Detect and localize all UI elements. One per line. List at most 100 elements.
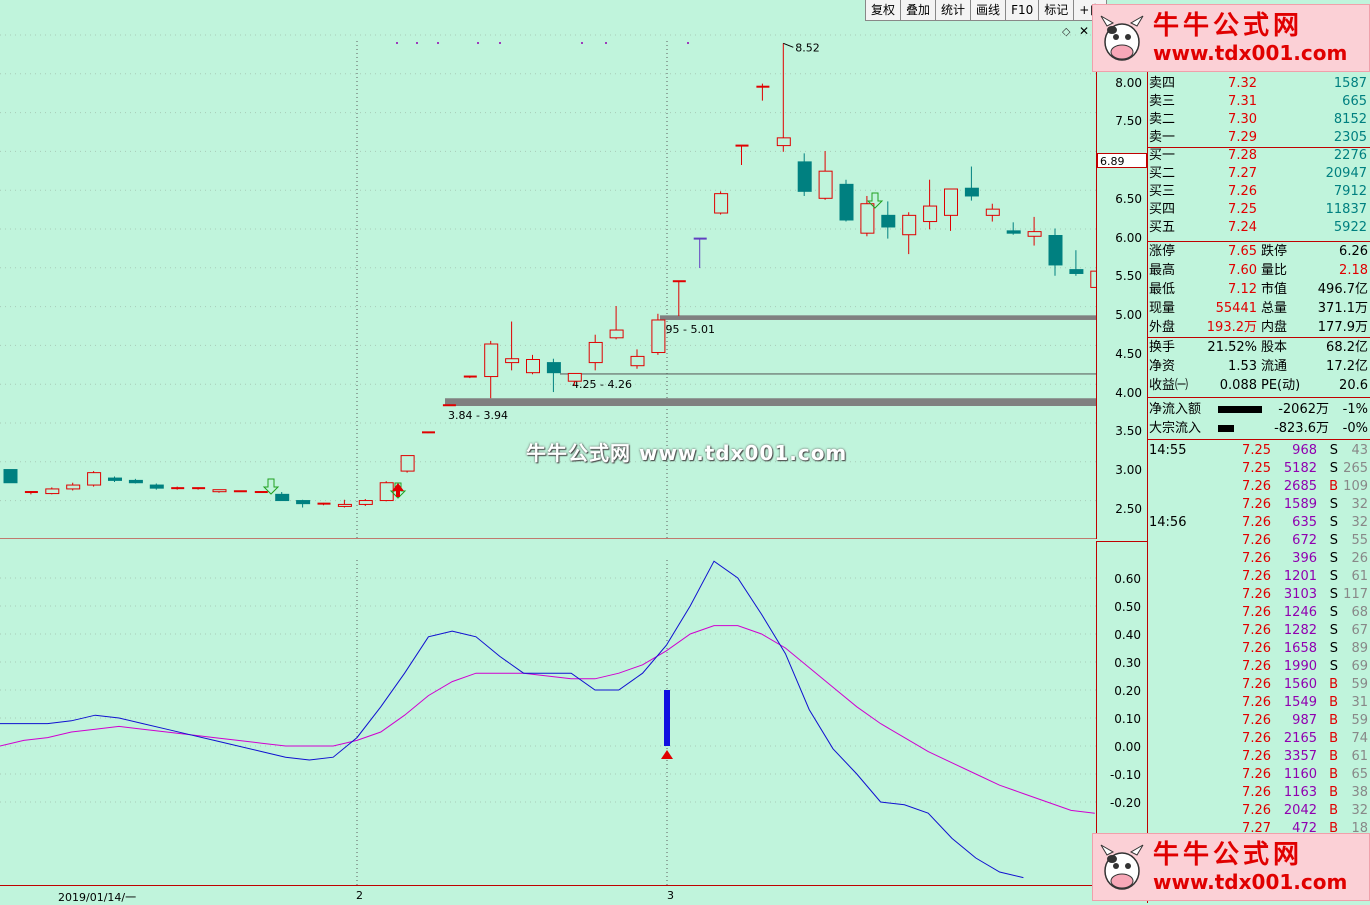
toolbar-button[interactable]: 叠加 xyxy=(900,0,937,21)
price-tick-label: 3.00 xyxy=(1115,463,1142,478)
logo-url: www.tdx001.com xyxy=(1153,41,1348,65)
tick-count: 69 xyxy=(1351,659,1368,674)
tick-count: 109 xyxy=(1343,479,1368,494)
order-book-price: 7.27 xyxy=(1228,166,1257,181)
tick-count: 59 xyxy=(1351,713,1368,728)
stat-value: 0.088 xyxy=(1219,378,1257,393)
price-axis: 8.007.507.006.506.005.505.004.504.003.50… xyxy=(1096,21,1148,539)
toolbar-button[interactable]: F10 xyxy=(1005,0,1040,21)
logo-watermark-top: 牛牛公式网 www.tdx001.com xyxy=(1092,4,1370,72)
stat-label: 总量 xyxy=(1261,301,1288,316)
toolbar-button[interactable]: 画线 xyxy=(970,0,1007,21)
tick-price: 7.26 xyxy=(1242,623,1271,638)
price-tick-label: 5.50 xyxy=(1115,269,1142,284)
tick-volume: 2165 xyxy=(1283,731,1317,746)
date-label: 2 xyxy=(356,889,363,902)
tick-row: 7.26 1658 S 89 xyxy=(1148,640,1370,658)
toolbar-button[interactable]: 统计 xyxy=(935,0,972,21)
gap-label: 3.84 - 3.94 xyxy=(448,409,508,422)
tick-volume: 1163 xyxy=(1283,785,1317,800)
indicator-tick-label: 0.60 xyxy=(1114,572,1141,586)
price-tick-label: 4.00 xyxy=(1115,385,1142,400)
candle-body xyxy=(87,472,102,486)
candle-body xyxy=(3,469,18,484)
divider xyxy=(1148,439,1370,440)
tick-row: 7.26 1201 S 61 xyxy=(1148,568,1370,586)
tick-side: S xyxy=(1329,623,1338,638)
tick-count: 265 xyxy=(1343,461,1368,476)
order-book-price: 7.31 xyxy=(1228,94,1257,109)
logo-title: 牛牛公式网 xyxy=(1153,840,1304,870)
up-arrow-icon xyxy=(392,483,404,497)
stat-value: 2.18 xyxy=(1339,263,1368,278)
tick-side: S xyxy=(1329,587,1338,602)
order-book-label: 买五 xyxy=(1149,220,1176,235)
tick-volume: 968 xyxy=(1292,443,1317,458)
order-book-label: 买二 xyxy=(1149,166,1176,181)
center-watermark: 牛牛公式网 www.tdx001.com xyxy=(526,441,848,465)
order-book-volume: 2305 xyxy=(1333,130,1367,145)
stat-value: 7.12 xyxy=(1228,282,1257,297)
candle-body xyxy=(505,358,520,364)
indicator-tick-label: 0.10 xyxy=(1114,712,1141,726)
stat-label: 换手 xyxy=(1149,340,1176,355)
tick-time: 14:55 xyxy=(1149,443,1187,458)
stat-value: 7.65 xyxy=(1228,244,1257,259)
candle-body xyxy=(66,484,81,490)
order-book-row: 卖二 7.30 8152 xyxy=(1148,111,1370,129)
stat-row: 外盘 193.2万 内盘 177.9万 xyxy=(1148,318,1370,337)
stat-label: PE(动) xyxy=(1261,378,1301,393)
order-book-price: 7.26 xyxy=(1228,184,1257,199)
tick-row: 14:56 7.26 635 S 32 xyxy=(1148,514,1370,532)
tick-volume: 1589 xyxy=(1283,497,1317,512)
order-book-price: 7.29 xyxy=(1228,130,1257,145)
order-book-row: 卖一 7.29 2305 xyxy=(1148,129,1370,147)
divider xyxy=(1148,397,1370,398)
dif-line xyxy=(0,560,1024,879)
order-book-volume: 2276 xyxy=(1333,148,1367,163)
candle-body xyxy=(609,329,624,339)
tick-row: 7.26 672 S 55 xyxy=(1148,532,1370,550)
candle-body xyxy=(400,455,415,472)
candle-body xyxy=(212,489,227,493)
order-book-label: 买三 xyxy=(1149,184,1176,199)
flow-pct: -1% xyxy=(1342,402,1368,417)
toolbar-button[interactable]: 复权 xyxy=(865,0,902,21)
order-book-label: 卖二 xyxy=(1149,112,1176,127)
flow-row: 净流入额 -2062万 -1% xyxy=(1148,400,1370,419)
tick-volume: 2042 xyxy=(1283,803,1317,818)
indicator-chart[interactable] xyxy=(0,540,1096,885)
candle-body xyxy=(108,477,122,481)
order-book-label: 卖四 xyxy=(1149,76,1176,91)
tick-volume: 1658 xyxy=(1283,641,1317,656)
candle-body xyxy=(337,503,352,507)
order-book-row: 买三 7.26 7912 xyxy=(1148,183,1370,201)
tick-count: 38 xyxy=(1351,785,1368,800)
order-book-volume: 8152 xyxy=(1333,112,1367,127)
candle-body xyxy=(964,187,979,197)
stat-value: 496.7亿 xyxy=(1317,282,1368,297)
order-book-price: 7.25 xyxy=(1228,202,1257,217)
order-book-label: 买一 xyxy=(1149,148,1176,163)
tick-count: 74 xyxy=(1351,731,1368,746)
candle-body xyxy=(860,203,875,234)
price-tick-label: 6.50 xyxy=(1115,191,1142,206)
quote-panel: 卖四 7.32 1587 卖三 7.31 665 卖二 7.30 8152 卖一 7.29 2305 买… xyxy=(1147,21,1370,903)
tick-price: 7.26 xyxy=(1242,497,1271,512)
tick-price: 7.26 xyxy=(1242,605,1271,620)
tick-row: 7.26 2165 B 74 xyxy=(1148,730,1370,748)
candle-body xyxy=(128,479,143,484)
tick-count: 68 xyxy=(1351,605,1368,620)
tick-volume: 3357 xyxy=(1283,749,1317,764)
marker-dot xyxy=(396,42,398,44)
tick-row: 7.26 1990 S 69 xyxy=(1148,658,1370,676)
toolbar-button[interactable]: 标记 xyxy=(1038,0,1075,21)
tick-row: 7.26 987 B 59 xyxy=(1148,712,1370,730)
tick-volume: 1560 xyxy=(1283,677,1317,692)
order-book-row: 买五 7.24 5922 xyxy=(1148,219,1370,237)
tick-volume: 1282 xyxy=(1283,623,1317,638)
stat-value: 371.1万 xyxy=(1317,301,1368,316)
tick-price: 7.26 xyxy=(1242,749,1271,764)
stat-label: 外盘 xyxy=(1149,320,1176,335)
tick-price: 7.26 xyxy=(1242,569,1271,584)
